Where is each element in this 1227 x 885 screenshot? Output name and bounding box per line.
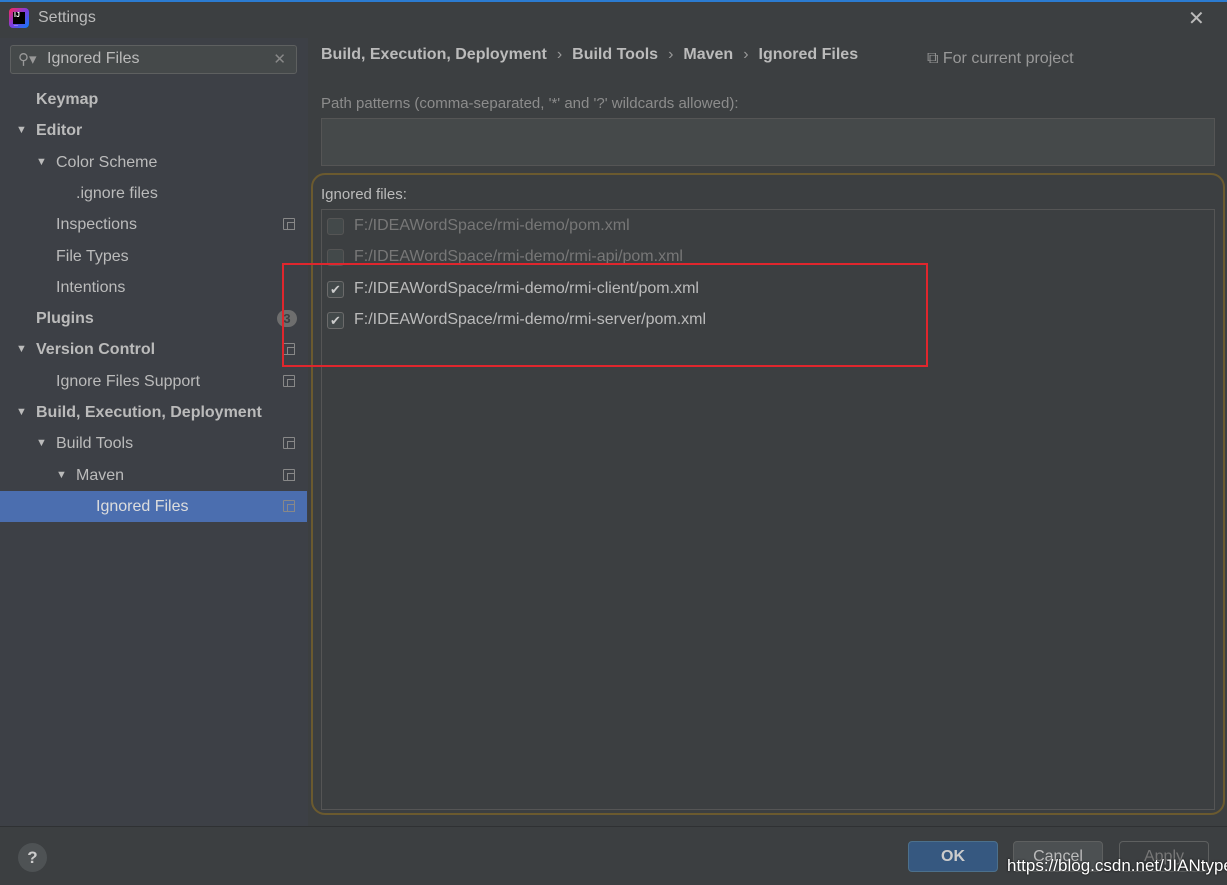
- search-icon[interactable]: ⚲▾: [18, 50, 37, 68]
- tree-item[interactable]: ▼ Maven: [0, 460, 307, 491]
- tree-item[interactable]: ▼ Build, Execution, Deployment: [0, 397, 307, 428]
- tree-item[interactable]: Ignored Files: [0, 490, 307, 522]
- tree-item-label: Color Scheme: [56, 153, 158, 171]
- tree-item[interactable]: Inspections: [0, 209, 307, 240]
- tree-item-label: Build Tools: [56, 435, 134, 453]
- tree-item[interactable]: Intentions: [0, 272, 307, 303]
- tree-item-label: Version Control: [36, 341, 156, 359]
- tree-item[interactable]: .ignore files: [0, 178, 307, 209]
- ignored-files-label: Ignored files:: [321, 186, 407, 203]
- expand-arrow-icon[interactable]: ▼: [16, 397, 27, 428]
- window-title: Settings: [38, 9, 96, 26]
- breadcrumb: Build, Execution, Deployment › Build Tools…: [321, 46, 858, 64]
- tree-item[interactable]: ▼ Version Control: [0, 334, 307, 365]
- settings-search[interactable]: ⚲▾ ✕: [10, 45, 297, 74]
- breadcrumb-separator: ›: [743, 46, 749, 63]
- path-patterns-label: Path patterns (comma-separated, '*' and …: [321, 95, 739, 112]
- project-icon: ⧉: [927, 50, 943, 67]
- checkbox[interactable]: [327, 218, 344, 235]
- expand-arrow-icon[interactable]: ▼: [16, 334, 27, 365]
- tree-item-label: .ignore files: [76, 184, 158, 202]
- tree-item[interactable]: Plugins 3: [0, 303, 307, 334]
- expand-arrow-icon[interactable]: ▼: [56, 460, 67, 491]
- annotation-red-box: [282, 263, 928, 367]
- tree-item[interactable]: ▼ Editor: [0, 115, 307, 146]
- tree-item-label: Ignore Files Support: [56, 372, 201, 390]
- breadcrumb-separator: ›: [668, 46, 674, 63]
- ok-button[interactable]: OK: [908, 841, 998, 872]
- expand-arrow-icon[interactable]: ▼: [16, 115, 27, 146]
- project-level-icon: [283, 499, 295, 512]
- breadcrumb-separator: ›: [556, 46, 563, 63]
- project-level-icon: [283, 218, 295, 231]
- tree-item[interactable]: Ignore Files Support: [0, 366, 307, 397]
- tree-item-label: File Types: [56, 247, 129, 265]
- path-patterns-input[interactable]: [321, 118, 1215, 166]
- help-button[interactable]: ?: [18, 843, 47, 872]
- search-input[interactable]: [47, 50, 267, 68]
- tree-item[interactable]: Keymap: [0, 84, 307, 115]
- expand-arrow-icon[interactable]: ▼: [36, 147, 47, 178]
- expand-arrow-icon[interactable]: ▼: [36, 428, 47, 459]
- tree-item-label: Plugins: [36, 310, 94, 328]
- close-icon[interactable]: ✕: [1188, 6, 1205, 31]
- breadcrumb-item: Build, Execution, Deployment: [321, 46, 547, 63]
- tree-item[interactable]: ▼ Color Scheme: [0, 147, 307, 178]
- tree-item-label: Editor: [36, 122, 83, 140]
- breadcrumb-item: Ignored Files: [758, 46, 859, 63]
- tree-item-label: Maven: [76, 466, 125, 484]
- tree-item-label: Keymap: [36, 91, 99, 108]
- tree-item-label: Ignored Files: [96, 497, 189, 515]
- breadcrumb-item: Build Tools: [572, 46, 659, 63]
- project-level-icon: [283, 437, 295, 450]
- tree-item-label: Intentions: [56, 278, 126, 296]
- tree-item[interactable]: ▼ Build Tools: [0, 428, 307, 459]
- project-level-icon: [283, 468, 295, 481]
- intellij-logo-icon: IJ _: [9, 8, 29, 28]
- tree-item-label: Build, Execution, Deployment: [36, 404, 262, 421]
- tree-item-label: Inspections: [56, 216, 137, 234]
- clear-search-icon[interactable]: ✕: [273, 50, 286, 68]
- breadcrumb-item: Maven: [683, 46, 734, 63]
- tree-item[interactable]: File Types: [0, 241, 307, 272]
- scope-label: ⧉ For current project: [927, 50, 1074, 67]
- watermark: https://blog.csdn.net/JIANtype: [1007, 856, 1227, 875]
- title-bar: [0, 2, 1227, 38]
- project-level-icon: [283, 374, 295, 387]
- file-path: F:/IDEAWordSpace/rmi-demo/pom.xml: [354, 217, 630, 234]
